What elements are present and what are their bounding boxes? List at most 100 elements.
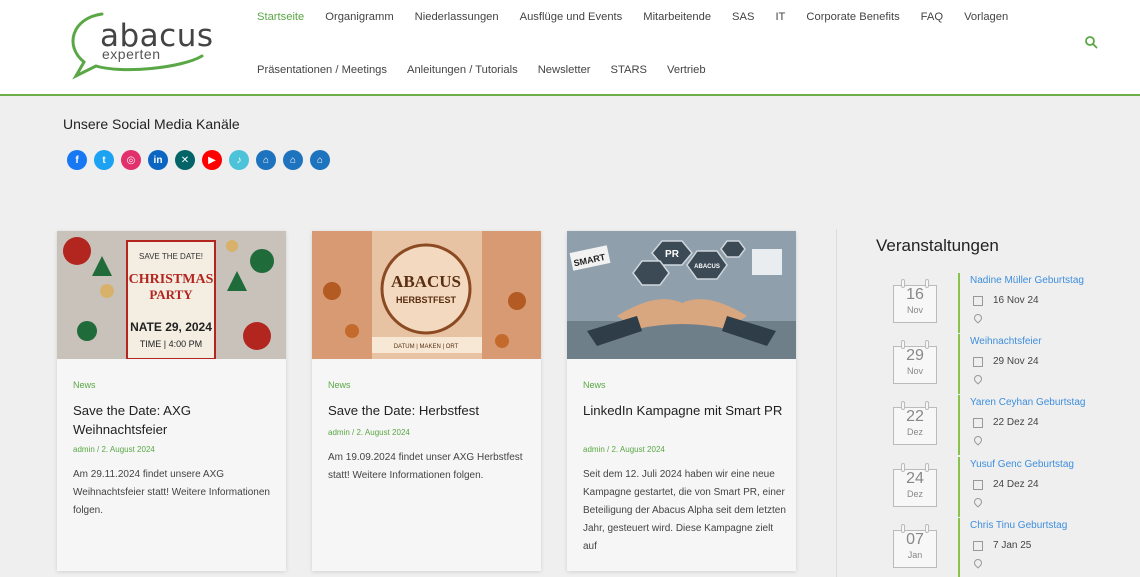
event-accent-bar bbox=[958, 273, 960, 333]
post-excerpt: Am 29.11.2024 findet unsere AXG Weihnach… bbox=[73, 469, 270, 516]
post-image-herbstfest[interactable]: ABACUS HERBSTFEST DATUM | MAKEN | ORT bbox=[312, 231, 541, 359]
nav-ausfluege[interactable]: Ausflüge und Events bbox=[520, 11, 623, 23]
post-category[interactable]: News bbox=[328, 380, 351, 390]
svg-text:ABACUS: ABACUS bbox=[694, 264, 720, 270]
facebook-icon[interactable]: f bbox=[67, 150, 87, 170]
nav-niederlassungen[interactable]: Niederlassungen bbox=[415, 11, 499, 23]
linkedin-icon[interactable]: in bbox=[148, 150, 168, 170]
tiktok-icon[interactable]: ♪ bbox=[229, 150, 249, 170]
nav-organigramm[interactable]: Organigramm bbox=[325, 11, 393, 23]
post-category[interactable]: News bbox=[583, 380, 606, 390]
main-nav-row1: Startseite Organigramm Niederlassungen A… bbox=[257, 11, 1029, 23]
post-title[interactable]: Save the Date: Herbstfest bbox=[328, 401, 528, 420]
event-day: 16 bbox=[906, 286, 924, 303]
event-name-link[interactable]: Yusuf Genc Geburtstag bbox=[970, 459, 1074, 470]
post-title[interactable]: LinkedIn Kampagne mit Smart PR bbox=[583, 401, 783, 420]
post-card[interactable]: ABACUS HERBSTFEST DATUM | MAKEN | ORT Ne… bbox=[312, 231, 541, 571]
event-name-link[interactable]: Nadine Müller Geburtstag bbox=[970, 275, 1084, 286]
event-date: 24 Dez 24 bbox=[993, 479, 1039, 490]
event-item[interactable]: 07 Jan Chris Tinu Geburtstag 7 Jan 25 bbox=[893, 518, 1123, 577]
post-title[interactable]: Save the Date: AXG Weihnachtsfeier bbox=[73, 401, 273, 439]
nav-corporate-benefits[interactable]: Corporate Benefits bbox=[806, 11, 899, 23]
event-item[interactable]: 16 Nov Nadine Müller Geburtstag 16 Nov 24 bbox=[893, 273, 1123, 337]
svg-text:HERBSTFEST: HERBSTFEST bbox=[396, 295, 457, 305]
home-icon[interactable]: ⌂ bbox=[256, 150, 276, 170]
nav-vorlagen[interactable]: Vorlagen bbox=[964, 11, 1008, 23]
social-icons-row: f t ◎ in ✕ ▶ ♪ ⌂ ⌂ ⌂ bbox=[67, 150, 330, 170]
location-pin-icon bbox=[972, 312, 984, 324]
event-month: Jan bbox=[907, 550, 923, 560]
instagram-icon[interactable]: ◎ bbox=[121, 150, 141, 170]
nav-anleitungen[interactable]: Anleitungen / Tutorials bbox=[407, 64, 518, 76]
event-name-link[interactable]: Weihnachtsfeier bbox=[970, 336, 1042, 347]
calendar-date-icon: 24 Dez bbox=[893, 463, 937, 507]
post-card[interactable]: SAVE THE DATE! CHRISTMAS PARTY NATE 29, … bbox=[57, 231, 286, 571]
social-media-heading: Unsere Social Media Kanäle bbox=[63, 116, 240, 132]
nav-faq[interactable]: FAQ bbox=[921, 11, 943, 23]
post-meta[interactable]: admin / 2. August 2024 bbox=[328, 428, 410, 437]
calendar-icon bbox=[973, 357, 983, 367]
event-month: Nov bbox=[906, 305, 923, 315]
event-month: Dez bbox=[906, 427, 923, 437]
nav-it[interactable]: IT bbox=[775, 11, 785, 23]
event-accent-bar bbox=[958, 395, 960, 455]
post-image-christmas[interactable]: SAVE THE DATE! CHRISTMAS PARTY NATE 29, … bbox=[57, 231, 286, 359]
event-accent-bar bbox=[958, 518, 960, 577]
event-name-link[interactable]: Yaren Ceyhan Geburtstag bbox=[970, 397, 1085, 408]
abacus-logo[interactable]: abacus experten bbox=[62, 6, 213, 80]
nav-startseite[interactable]: Startseite bbox=[257, 11, 304, 23]
post-meta[interactable]: admin / 2. August 2024 bbox=[583, 445, 665, 454]
post-excerpt: Am 19.09.2024 findet unser AXG Herbstfes… bbox=[328, 452, 523, 481]
location-pin-icon bbox=[972, 434, 984, 446]
nav-newsletter[interactable]: Newsletter bbox=[538, 64, 591, 76]
event-month: Nov bbox=[906, 366, 923, 376]
post-image-smart-pr[interactable]: SMART PR ABACUS bbox=[567, 231, 796, 359]
svg-text:TIME | 4:00 PM: TIME | 4:00 PM bbox=[140, 339, 202, 349]
location-pin-icon bbox=[972, 373, 984, 385]
nav-vertrieb[interactable]: Vertrieb bbox=[667, 64, 706, 76]
home-icon[interactable]: ⌂ bbox=[310, 150, 330, 170]
svg-text:ABACUS: ABACUS bbox=[391, 272, 461, 291]
event-accent-bar bbox=[958, 457, 960, 517]
logo-subtitle: experten bbox=[102, 46, 161, 62]
twitter-icon[interactable]: t bbox=[94, 150, 114, 170]
event-date: 16 Nov 24 bbox=[993, 295, 1039, 306]
calendar-icon bbox=[973, 480, 983, 490]
home-icon[interactable]: ⌂ bbox=[283, 150, 303, 170]
events-heading: Veranstaltungen bbox=[876, 236, 999, 255]
event-day: 22 bbox=[906, 408, 924, 425]
post-card[interactable]: SMART PR ABACUS News LinkedIn Kampagne m… bbox=[567, 231, 796, 571]
svg-text:CHRISTMAS: CHRISTMAS bbox=[129, 272, 214, 287]
search-icon[interactable] bbox=[1084, 35, 1098, 49]
event-item[interactable]: 24 Dez Yusuf Genc Geburtstag 24 Dez 24 bbox=[893, 457, 1123, 521]
sidebar-divider bbox=[836, 229, 837, 577]
nav-stars[interactable]: STARS bbox=[611, 64, 647, 76]
post-category[interactable]: News bbox=[73, 380, 96, 390]
calendar-icon bbox=[973, 541, 983, 551]
event-date: 7 Jan 25 bbox=[993, 540, 1032, 551]
post-meta[interactable]: admin / 2. August 2024 bbox=[73, 445, 155, 454]
event-item[interactable]: 29 Nov Weihnachtsfeier 29 Nov 24 bbox=[893, 334, 1123, 398]
event-item[interactable]: 22 Dez Yaren Ceyhan Geburtstag 22 Dez 24 bbox=[893, 395, 1123, 459]
svg-text:NATE 29, 2024: NATE 29, 2024 bbox=[130, 320, 212, 334]
calendar-icon bbox=[973, 296, 983, 306]
location-pin-icon bbox=[972, 496, 984, 508]
xing-icon[interactable]: ✕ bbox=[175, 150, 195, 170]
youtube-icon[interactable]: ▶ bbox=[202, 150, 222, 170]
calendar-date-icon: 29 Nov bbox=[893, 340, 937, 384]
event-name-link[interactable]: Chris Tinu Geburtstag bbox=[970, 520, 1067, 531]
nav-sas[interactable]: SAS bbox=[732, 11, 754, 23]
calendar-date-icon: 16 Nov bbox=[893, 279, 937, 323]
calendar-date-icon: 22 Dez bbox=[893, 401, 937, 445]
location-pin-icon bbox=[972, 557, 984, 569]
event-date: 29 Nov 24 bbox=[993, 356, 1039, 367]
calendar-date-icon: 07 Jan bbox=[893, 524, 937, 568]
event-accent-bar bbox=[958, 334, 960, 394]
event-month: Dez bbox=[906, 489, 923, 499]
svg-text:PR: PR bbox=[665, 249, 680, 260]
calendar-icon bbox=[973, 418, 983, 428]
nav-mitarbeitende[interactable]: Mitarbeitende bbox=[643, 11, 711, 23]
svg-text:DATUM | MAKEN | ORT: DATUM | MAKEN | ORT bbox=[394, 344, 459, 350]
nav-praesentationen[interactable]: Präsentationen / Meetings bbox=[257, 64, 387, 76]
post-excerpt: Seit dem 12. Juli 2024 haben wir eine ne… bbox=[583, 469, 786, 552]
